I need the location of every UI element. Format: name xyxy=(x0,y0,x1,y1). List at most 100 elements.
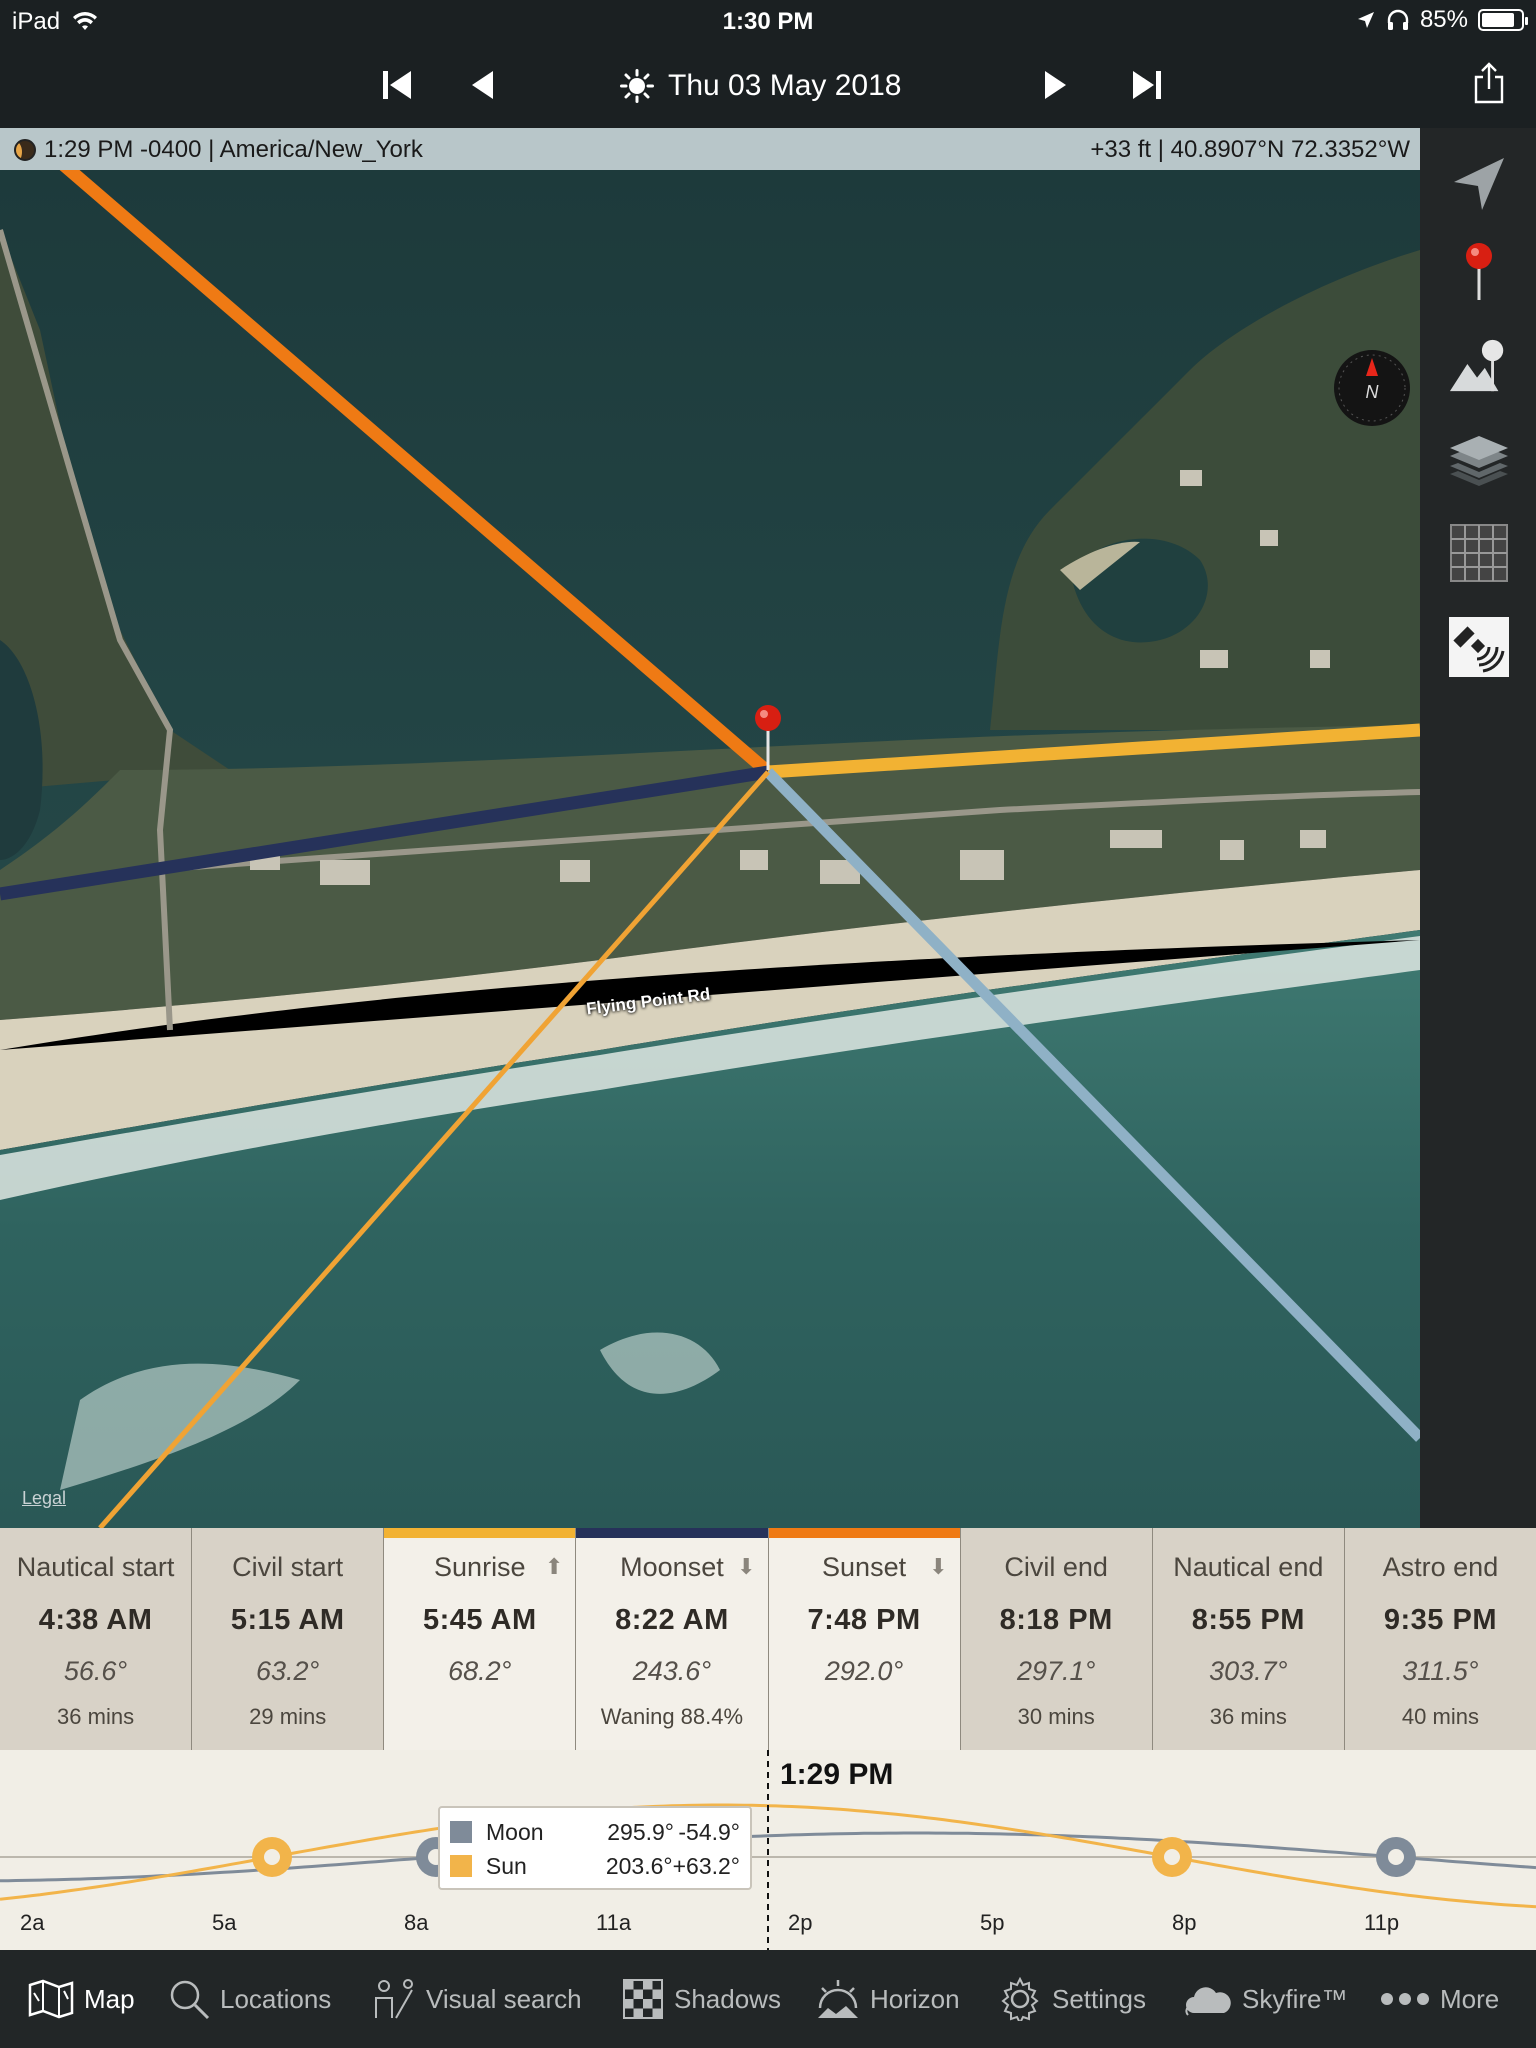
satellite-tracker-button[interactable] xyxy=(1448,616,1510,678)
tab-label: Horizon xyxy=(870,1983,960,2014)
event-name-text: Sunset xyxy=(822,1552,907,1582)
event-subtext: 40 mins xyxy=(1401,1704,1479,1729)
moon-label: Moon xyxy=(486,1818,544,1845)
event-azimuth: 243.6° xyxy=(632,1656,712,1686)
status-bar: iPad 1:30 PM 85% xyxy=(0,0,1536,42)
event-color-bar xyxy=(768,1528,960,1538)
search-icon xyxy=(170,1980,210,2020)
previous-day-button[interactable] xyxy=(462,62,502,108)
event-cell-sunset[interactable]: Sunset ⬇ 7:48 PM 292.0° xyxy=(768,1528,960,1750)
event-cell-civil-start[interactable]: Civil start 5:15 AM 63.2° 29 mins xyxy=(192,1528,384,1750)
rise-set-events-table: Nautical start 4:38 AM 56.6° 36 mins Civ… xyxy=(0,1528,1536,1750)
moon-phase-icon xyxy=(14,139,36,161)
shadows-icon xyxy=(623,1979,663,2019)
skip-to-end-icon xyxy=(1133,71,1161,99)
event-name: Sunset ⬇ xyxy=(769,1552,960,1583)
sun-label: Sun xyxy=(485,1852,527,1879)
event-time: 8:22 AM xyxy=(615,1604,729,1636)
map-canvas[interactable] xyxy=(0,170,1420,1528)
map-layers-button[interactable] xyxy=(1448,428,1510,490)
sun-elevation: +63.2° xyxy=(672,1852,740,1879)
event-cell-sunrise[interactable]: Sunrise ⬆ 5:45 AM 68.2° xyxy=(384,1528,576,1750)
tab-settings[interactable]: Settings xyxy=(998,1950,1146,2048)
event-name: Sunrise ⬆ xyxy=(384,1552,575,1583)
map-tools-toolbar xyxy=(1420,128,1536,1528)
tab-skyfire[interactable]: Skyfire™ xyxy=(1184,1950,1347,2048)
hour-tick-label: 8a xyxy=(404,1910,429,1935)
hour-tick-label: 2p xyxy=(788,1910,813,1935)
bottom-tab-bar: Map Locations Visual search Shadows Hori… xyxy=(0,1950,1536,2048)
event-cell-civil-end[interactable]: Civil end 8:18 PM 297.1° 30 mins xyxy=(960,1528,1152,1750)
event-time: 8:18 PM xyxy=(999,1604,1113,1636)
current-time-label: 1:29 PM xyxy=(780,1758,894,1791)
elevation-coordinates: +33 ft | 40.8907°N 72.3352°W xyxy=(1090,136,1410,163)
layers-icon xyxy=(1450,436,1508,486)
event-name-text: Nautical end xyxy=(1173,1552,1324,1582)
legal-link[interactable]: Legal xyxy=(22,1488,66,1509)
hour-tick-label: 11p xyxy=(1364,1910,1400,1935)
tab-map[interactable]: Map xyxy=(28,1950,135,2048)
tab-label: Settings xyxy=(1052,1983,1146,2014)
sun-icon xyxy=(620,69,654,103)
geodetics-pin-button[interactable] xyxy=(1448,334,1510,396)
event-cell-nautical-start[interactable]: Nautical start 4:38 AM 56.6° 36 mins xyxy=(0,1528,192,1750)
event-cell-astro-end[interactable]: Astro end 9:35 PM 311.5° 40 mins xyxy=(1344,1528,1536,1750)
hour-tick-label: 2a xyxy=(20,1910,45,1935)
more-dots-icon xyxy=(1381,1993,1429,2005)
event-name: Nautical end xyxy=(1153,1552,1344,1583)
satellite-icon xyxy=(1449,617,1509,677)
mountain-pin-icon xyxy=(1449,339,1504,392)
cloud-icon xyxy=(1185,1987,1231,2016)
next-day-button[interactable] xyxy=(1036,62,1076,108)
current-location-button[interactable] xyxy=(1448,152,1510,214)
event-time: 5:45 AM xyxy=(423,1604,537,1636)
event-subtext: 30 mins xyxy=(1017,1704,1095,1729)
jump-last-button[interactable] xyxy=(1124,62,1170,108)
share-icon xyxy=(1474,62,1504,104)
current-date: Thu 03 May 2018 xyxy=(668,69,902,102)
map-grid-button[interactable] xyxy=(1448,522,1510,584)
triangle-right-icon xyxy=(1045,71,1066,99)
location-arrow-icon xyxy=(1357,12,1374,28)
event-cell-moonset[interactable]: Moonset ⬇ 8:22 AM 243.6° Waning 88.4% xyxy=(576,1528,768,1750)
sunrise-marker xyxy=(252,1837,292,1877)
headphones-icon xyxy=(1387,9,1409,30)
event-color-bar xyxy=(384,1528,576,1538)
event-name-text: Astro end xyxy=(1382,1552,1499,1582)
event-azimuth: 303.7° xyxy=(1209,1656,1288,1686)
skip-to-start-icon xyxy=(383,71,411,99)
hour-tick-label: 11a xyxy=(596,1910,632,1935)
event-azimuth: 292.0° xyxy=(824,1656,904,1686)
event-name-text: Civil start xyxy=(232,1552,344,1582)
event-time: 7:48 PM xyxy=(807,1604,921,1636)
share-button[interactable] xyxy=(1466,60,1512,106)
compass-letter: N xyxy=(1366,382,1380,402)
moon-swatch xyxy=(450,1821,472,1843)
tab-locations[interactable]: Locations xyxy=(168,1950,331,2048)
tab-horizon[interactable]: Horizon xyxy=(816,1950,960,2048)
sun-moon-timeline[interactable]: 1:29 PM Moon 295.9° -54.9° Sun 203.6° +6… xyxy=(0,1750,1536,1950)
tab-shadows[interactable]: Shadows xyxy=(622,1950,781,2048)
map-icon xyxy=(28,1979,74,2019)
jump-first-button[interactable] xyxy=(374,62,420,108)
event-name: Nautical start xyxy=(0,1552,191,1583)
event-name: Moonset ⬇ xyxy=(576,1552,767,1583)
battery-fill xyxy=(1482,13,1515,27)
satellite-map[interactable]: Flying Point Rd Legal N xyxy=(0,170,1420,1528)
event-name-text: Nautical start xyxy=(16,1552,175,1582)
sun-swatch xyxy=(450,1855,472,1877)
hour-tick-label: 5p xyxy=(980,1910,1005,1935)
grid-icon xyxy=(1450,524,1508,582)
tab-label: Map xyxy=(84,1983,135,2014)
event-cell-nautical-end[interactable]: Nautical end 8:55 PM 303.7° 36 mins xyxy=(1152,1528,1344,1750)
pin-location-button[interactable] xyxy=(1448,240,1510,302)
tab-more[interactable]: More xyxy=(1380,1950,1499,2048)
tab-visual-search[interactable]: Visual search xyxy=(372,1950,582,2048)
sunset-marker xyxy=(1152,1837,1192,1877)
moon-elevation: -54.9° xyxy=(678,1818,740,1845)
local-time-zone: 1:29 PM -0400 | America/New_York xyxy=(44,136,423,163)
event-color-bar xyxy=(576,1528,768,1538)
date-selector[interactable]: Thu 03 May 2018 xyxy=(620,64,901,108)
triangle-left-icon xyxy=(472,71,493,99)
compass-button[interactable]: N xyxy=(1334,350,1410,426)
